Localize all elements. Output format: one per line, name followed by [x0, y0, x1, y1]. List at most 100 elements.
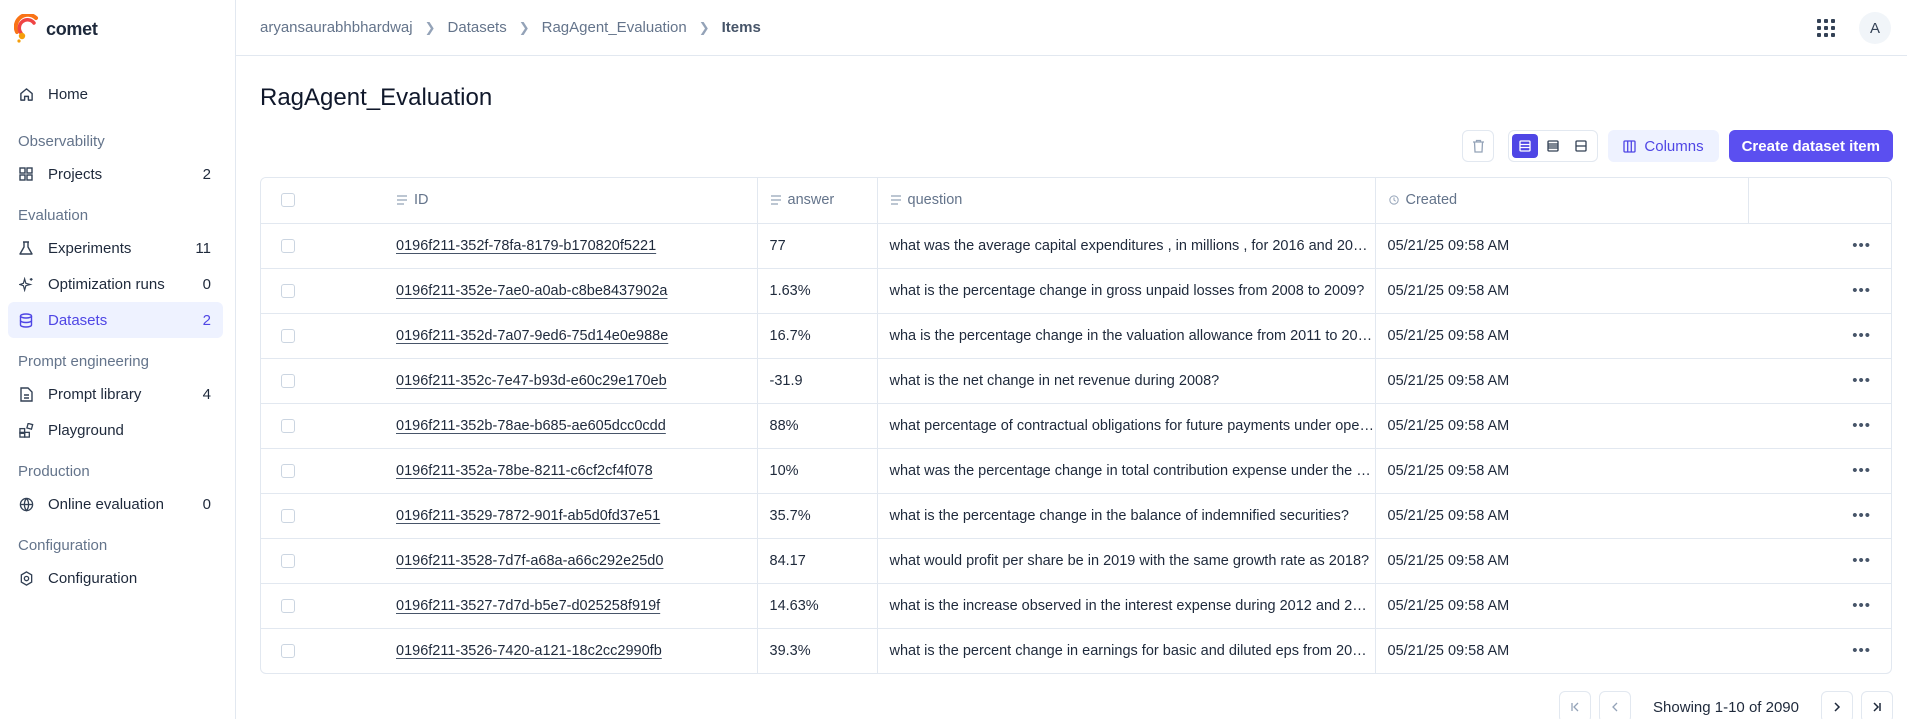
row-actions-menu-icon[interactable]: ••• [1748, 223, 1891, 269]
grid-icon [18, 166, 34, 182]
question-cell: what would profit per share be in 2019 w… [877, 538, 1376, 584]
column-header-id[interactable]: ID [384, 178, 758, 224]
sidebar-item-home[interactable]: Home [8, 76, 223, 112]
breadcrumb: aryansaurabhbhardwaj ❯ Datasets ❯ RagAge… [260, 19, 761, 36]
row-checkbox[interactable] [281, 283, 295, 298]
breadcrumb-datasets[interactable]: Datasets [448, 19, 507, 36]
item-id-link[interactable]: 0196f211-3528-7d7f-a68a-a66c292e25d0 [396, 553, 663, 569]
created-cell: 05/21/25 09:58 AM [1375, 403, 1748, 449]
item-id-link[interactable]: 0196f211-352f-78fa-8179-b170820f5221 [396, 238, 656, 254]
row-checkbox[interactable] [281, 328, 295, 343]
column-header-actions [1748, 178, 1891, 224]
density-large-button[interactable] [1512, 134, 1539, 158]
row-actions-menu-icon[interactable]: ••• [1748, 493, 1891, 539]
row-checkbox[interactable] [281, 373, 295, 388]
section-prompt-engineering: Prompt engineering [18, 352, 149, 370]
row-checkbox[interactable] [281, 463, 295, 478]
table-row[interactable]: 0196f211-352f-78fa-8179-b170820f5221 77 … [261, 223, 1891, 269]
sidebar-item-configuration[interactable]: Configuration [8, 560, 223, 596]
sidebar-item-prompt-library[interactable]: Prompt library 4 [8, 376, 223, 412]
column-header-answer[interactable]: answer [757, 178, 878, 224]
sidebar-item-label: Home [48, 85, 89, 103]
item-id-link[interactable]: 0196f211-352a-78be-8211-c6cf2cf4f078 [396, 463, 653, 479]
avatar[interactable]: A [1859, 12, 1891, 44]
sidebar-item-projects[interactable]: Projects 2 [8, 156, 223, 192]
table-row[interactable]: 0196f211-3526-7420-a121-18c2cc2990fb 39.… [261, 628, 1891, 673]
item-id-link[interactable]: 0196f211-3527-7d7d-b5e7-d025258f919f [396, 598, 660, 614]
row-density-toggle [1508, 130, 1599, 162]
row-checkbox[interactable] [281, 238, 295, 253]
row-checkbox[interactable] [281, 643, 295, 658]
row-actions-menu-icon[interactable]: ••• [1748, 583, 1891, 629]
sidebar: comet Home Observability Projects 2 Eval… [0, 0, 236, 719]
rows-medium-icon [1547, 140, 1560, 152]
sparkles-icon [18, 276, 34, 292]
column-header-created[interactable]: Created [1375, 178, 1749, 224]
row-checkbox[interactable] [281, 553, 295, 568]
breadcrumb-items: Items [721, 19, 761, 36]
column-header-question[interactable]: question [877, 178, 1376, 224]
item-id-link[interactable]: 0196f211-352e-7ae0-a0ab-c8be8437902a [396, 283, 667, 299]
select-all-checkbox[interactable] [281, 193, 295, 208]
sidebar-item-online-evaluation[interactable]: Online evaluation 0 [8, 486, 223, 522]
online-evaluation-count: 0 [202, 495, 211, 513]
select-all-cell [261, 178, 384, 224]
row-actions-menu-icon[interactable]: ••• [1748, 403, 1891, 449]
question-cell: what is the increase observed in the int… [877, 583, 1376, 629]
last-page-button[interactable] [1861, 691, 1893, 719]
table-row[interactable]: 0196f211-352a-78be-8211-c6cf2cf4f078 10%… [261, 448, 1891, 494]
chevron-right-icon: ❯ [698, 19, 710, 35]
sidebar-item-datasets[interactable]: Datasets 2 [8, 302, 223, 338]
table-row[interactable]: 0196f211-352b-78ae-b685-ae605dcc0cdd 88%… [261, 403, 1891, 449]
row-checkbox[interactable] [281, 508, 295, 523]
prev-page-button[interactable] [1599, 691, 1632, 719]
table-row[interactable]: 0196f211-3527-7d7d-b5e7-d025258f919f 14.… [261, 583, 1891, 629]
item-id-link[interactable]: 0196f211-352b-78ae-b685-ae605dcc0cdd [396, 418, 666, 434]
item-id-link[interactable]: 0196f211-3526-7420-a121-18c2cc2990fb [396, 643, 662, 659]
table-row[interactable]: 0196f211-352e-7ae0-a0ab-c8be8437902a 1.6… [261, 268, 1891, 314]
page-title: RagAgent_Evaluation [260, 84, 493, 111]
row-actions-menu-icon[interactable]: ••• [1748, 358, 1891, 404]
id-cell: 0196f211-3528-7d7f-a68a-a66c292e25d0 [384, 538, 758, 584]
item-id-link[interactable]: 0196f211-3529-7872-901f-ab5d0fd37e51 [396, 508, 660, 524]
table-body: 0196f211-352f-78fa-8179-b170820f5221 77 … [261, 223, 1891, 673]
row-actions-menu-icon[interactable]: ••• [1748, 313, 1891, 359]
create-dataset-item-button[interactable]: Create dataset item [1728, 130, 1893, 162]
chevrons-first-icon [1571, 702, 1579, 712]
item-id-link[interactable]: 0196f211-352c-7e47-b93d-e60c29e170eb [396, 373, 667, 389]
table-row[interactable]: 0196f211-3529-7872-901f-ab5d0fd37e51 35.… [261, 493, 1891, 539]
table-row[interactable]: 0196f211-352c-7e47-b93d-e60c29e170eb -31… [261, 358, 1891, 404]
flask-icon [18, 240, 34, 256]
row-actions-menu-icon[interactable]: ••• [1748, 538, 1891, 584]
gear-icon [18, 570, 34, 586]
row-actions-menu-icon[interactable]: ••• [1748, 268, 1891, 314]
apps-grid-icon[interactable] [1817, 19, 1835, 37]
sidebar-item-playground[interactable]: Playground [8, 412, 223, 448]
row-actions-menu-icon[interactable]: ••• [1748, 628, 1891, 673]
id-cell: 0196f211-352e-7ae0-a0ab-c8be8437902a [384, 268, 758, 314]
table-row[interactable]: 0196f211-352d-7a07-9ed6-75d14e0e988e 16.… [261, 313, 1891, 359]
columns-button[interactable]: Columns [1608, 130, 1719, 162]
sidebar-item-label: Projects [48, 165, 103, 183]
next-page-button[interactable] [1821, 691, 1853, 719]
table-row[interactable]: 0196f211-3528-7d7f-a68a-a66c292e25d0 84.… [261, 538, 1891, 584]
row-select-cell [261, 403, 384, 449]
breadcrumb-dataset[interactable]: RagAgent_Evaluation [542, 19, 687, 36]
density-small-button[interactable] [1568, 134, 1594, 158]
optimization-runs-count: 0 [202, 275, 211, 293]
row-checkbox[interactable] [281, 598, 295, 613]
item-id-link[interactable]: 0196f211-352d-7a07-9ed6-75d14e0e988e [396, 328, 668, 344]
density-medium-button[interactable] [1540, 134, 1566, 158]
sidebar-item-optimization-runs[interactable]: Optimization runs 0 [8, 266, 223, 302]
delete-button[interactable] [1462, 130, 1495, 162]
row-actions-menu-icon[interactable]: ••• [1748, 448, 1891, 494]
sidebar-item-experiments[interactable]: Experiments 11 [8, 230, 223, 266]
first-page-button[interactable] [1559, 691, 1592, 719]
app-root: comet Home Observability Projects 2 Eval… [0, 0, 1907, 719]
rows-small-icon [1575, 140, 1588, 152]
comet-logo[interactable]: comet [14, 14, 98, 44]
breadcrumb-workspace[interactable]: aryansaurabhbhardwaj [260, 19, 413, 36]
sidebar-item-label: Playground [48, 421, 124, 439]
document-icon [18, 386, 34, 402]
row-checkbox[interactable] [281, 418, 295, 433]
